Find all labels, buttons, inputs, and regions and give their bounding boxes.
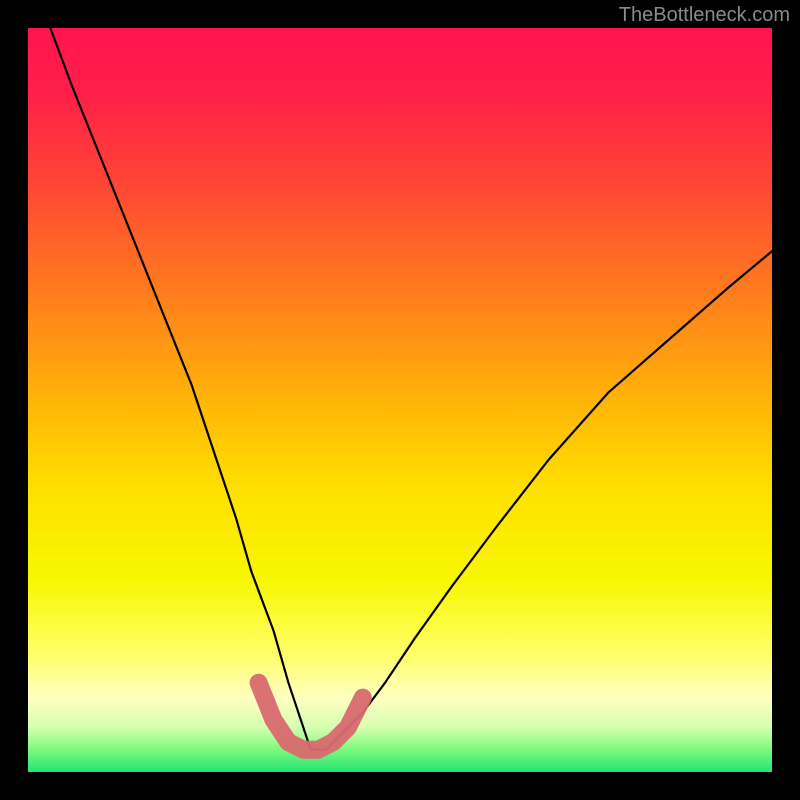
chart-frame: TheBottleneck.com [0,0,800,800]
watermark-text: TheBottleneck.com [619,4,790,27]
chart-canvas [0,0,800,800]
